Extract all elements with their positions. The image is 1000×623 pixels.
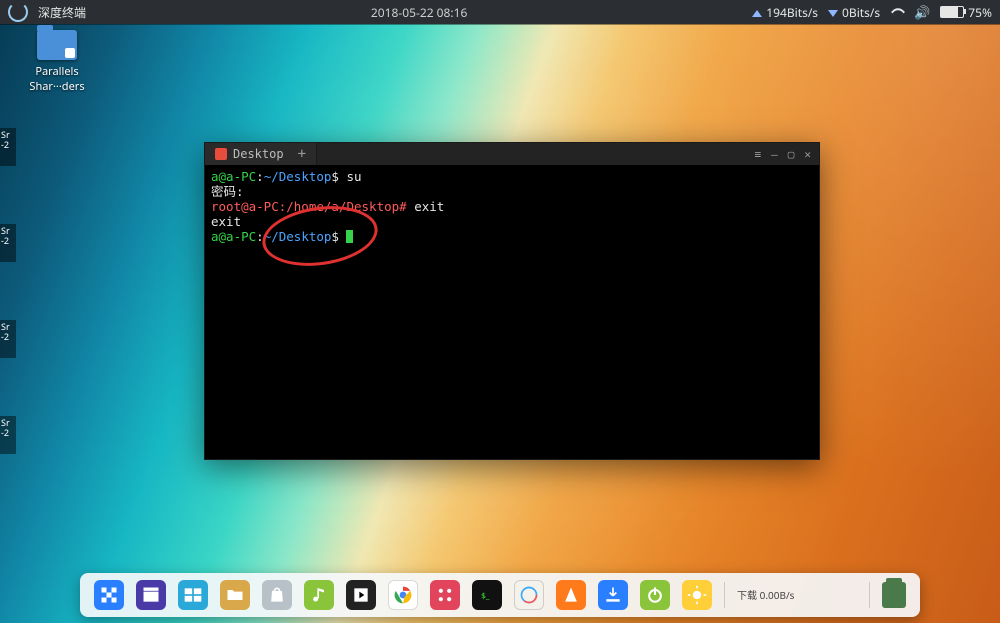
battery-indicator[interactable]: 75% xyxy=(940,4,992,21)
net-down-indicator[interactable]: 0Bits/s xyxy=(828,4,880,21)
dock-separator xyxy=(869,582,870,608)
terminal-text: 密码: xyxy=(211,184,244,199)
maximize-button[interactable]: ▢ xyxy=(788,148,795,161)
terminal-line: a@a-PC:~/Desktop$ xyxy=(211,229,813,244)
side-thumbnail: Sr -2 xyxy=(0,416,16,454)
dock-launcher-icon[interactable] xyxy=(94,580,124,610)
dock-separator xyxy=(724,582,725,608)
folder-icon xyxy=(37,30,77,60)
dock-weather-icon[interactable] xyxy=(682,580,712,610)
window-controls: ≡ — ▢ ✕ xyxy=(755,148,820,161)
terminal-body[interactable]: a@a-PC:~/Desktop$ su密码:root@a-PC:/home/a… xyxy=(205,165,819,248)
dock-vlc-icon[interactable] xyxy=(556,580,586,610)
upload-icon xyxy=(752,10,762,17)
top-bar: 深度终端 2018-05-22 08:16 194Bits/s 0Bits/s … xyxy=(0,0,1000,24)
wifi-icon[interactable] xyxy=(890,7,904,17)
dock-chrome-icon[interactable] xyxy=(388,580,418,610)
menu-button[interactable]: ≡ xyxy=(755,148,762,161)
desktop-icon-label: Parallels Shar···ders xyxy=(26,64,88,94)
terminal-text: a@a-PC xyxy=(211,169,256,184)
dock-music-icon[interactable] xyxy=(304,580,334,610)
dock-power-icon[interactable] xyxy=(640,580,670,610)
terminal-text: : xyxy=(256,229,264,244)
dock-terminal-icon[interactable]: $_ xyxy=(472,580,502,610)
dock-multitask-icon[interactable] xyxy=(178,580,208,610)
terminal-tab-title: Desktop xyxy=(233,147,284,161)
terminal-line: exit xyxy=(211,214,813,229)
terminal-cursor xyxy=(346,230,353,243)
dock-downloads-icon[interactable] xyxy=(598,580,628,610)
terminal-titlebar[interactable]: Desktop + ≡ — ▢ ✕ xyxy=(205,143,819,165)
dock-deepin-movie-icon[interactable] xyxy=(136,580,166,610)
volume-icon[interactable]: 🔊 xyxy=(914,3,930,21)
deepin-logo-icon[interactable] xyxy=(8,2,28,22)
terminal-line: a@a-PC:~/Desktop$ su xyxy=(211,169,813,184)
trash-icon[interactable] xyxy=(882,582,906,608)
terminal-text: exit xyxy=(407,199,445,214)
side-thumbnail: Sr -2 xyxy=(0,128,16,166)
dock-clock-icon[interactable] xyxy=(514,580,544,610)
download-icon xyxy=(828,10,838,17)
terminal-text: : xyxy=(256,169,264,184)
clock-datetime[interactable]: 2018-05-22 08:16 xyxy=(371,4,467,21)
terminal-text: exit xyxy=(211,214,241,229)
terminal-window[interactable]: Desktop + ≡ — ▢ ✕ a@a-PC:~/Desktop$ su密码… xyxy=(204,142,820,460)
terminal-text: ~/Desktop xyxy=(264,169,332,184)
svg-text:$_: $_ xyxy=(481,590,490,601)
new-tab-button[interactable]: + xyxy=(298,146,306,162)
side-thumbnail: Sr -2 xyxy=(0,224,16,262)
net-up-indicator[interactable]: 194Bits/s xyxy=(752,4,818,21)
terminal-text: ~/Desktop xyxy=(264,229,332,244)
minimize-button[interactable]: — xyxy=(771,148,778,161)
terminal-text: $ su xyxy=(331,169,361,184)
dock-file-manager-icon[interactable] xyxy=(220,580,250,610)
desktop[interactable]: 深度终端 2018-05-22 08:16 194Bits/s 0Bits/s … xyxy=(0,0,1000,623)
dock-control-center-icon[interactable] xyxy=(430,580,460,610)
close-button[interactable]: ✕ xyxy=(804,148,811,161)
dock-video-icon[interactable] xyxy=(346,580,376,610)
dock-app-store-icon[interactable] xyxy=(262,580,292,610)
terminal-tab-icon xyxy=(215,148,227,160)
dock-net-label: 下载 0.00B/s xyxy=(737,590,794,601)
terminal-tab[interactable]: Desktop + xyxy=(205,143,317,165)
active-app-name[interactable]: 深度终端 xyxy=(38,4,86,21)
terminal-line: 密码: xyxy=(211,184,813,199)
side-thumbnail: Sr -2 xyxy=(0,320,16,358)
battery-icon xyxy=(940,6,964,18)
terminal-text: a@a-PC xyxy=(211,229,256,244)
terminal-text: root@a-PC:/home/a/Desktop# xyxy=(211,199,407,214)
terminal-text: $ xyxy=(331,229,346,244)
dock: $_ 下载 0.00B/s xyxy=(80,573,920,617)
desktop-icon-parallels[interactable]: Parallels Shar···ders xyxy=(26,30,88,94)
terminal-line: root@a-PC:/home/a/Desktop# exit xyxy=(211,199,813,214)
